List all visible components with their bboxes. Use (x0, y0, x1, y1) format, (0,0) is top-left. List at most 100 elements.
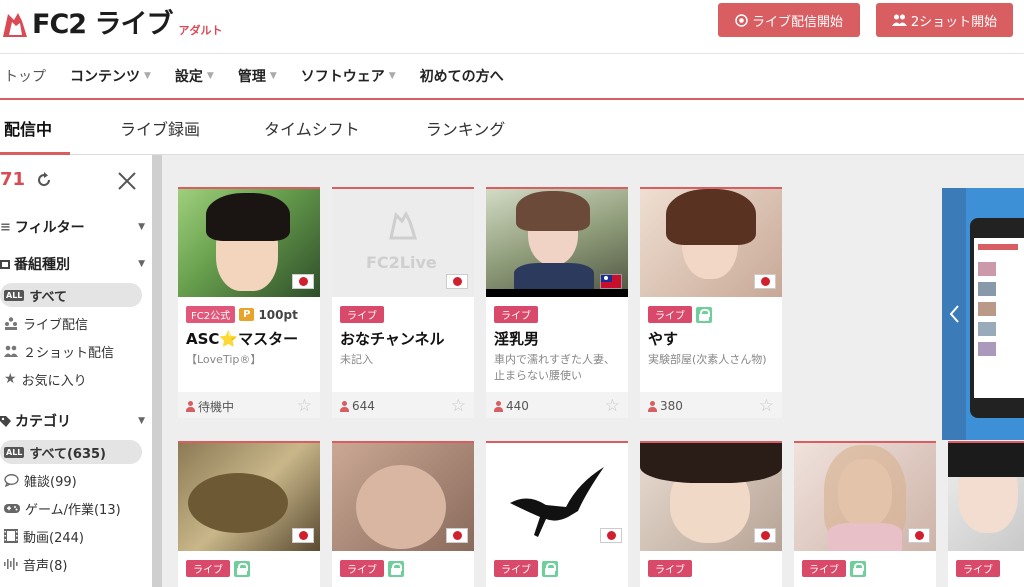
favorite-star-icon[interactable]: ☆ (759, 396, 774, 416)
two-shot-start-button[interactable]: 2ショット開始 (876, 3, 1013, 37)
chevron-down-icon: ▼ (138, 416, 145, 426)
stream-thumbnail[interactable] (332, 443, 474, 551)
stream-thumbnail[interactable] (486, 189, 628, 297)
card-badges: ライブ (494, 560, 558, 577)
program-type-2shot[interactable]: ２ショット配信 (0, 339, 142, 363)
nav-top[interactable]: トップ (4, 66, 46, 86)
content-tabs: 配信中 ライブ録画 タイムシフト ランキング (0, 102, 1024, 155)
stream-card[interactable]: ライブ 淫乳男 車内で濡れすぎた人妻、止まらない腰使い 440 ☆ (486, 187, 628, 418)
nav-label: コンテンツ (70, 69, 140, 85)
category-chat[interactable]: 雑談(99) (0, 468, 142, 492)
filter-heading[interactable]: ≡ フィルター ▼ (0, 217, 145, 237)
program-type-all[interactable]: ALL すべて (0, 283, 142, 307)
program-type-favorites[interactable]: ★ お気に入り (0, 367, 142, 391)
filter-label: フィルター (14, 220, 85, 236)
category-heading[interactable]: カテゴリ ▼ (0, 411, 145, 431)
point-amount: 100pt (258, 307, 298, 322)
tab-live-now[interactable]: 配信中 (0, 102, 70, 155)
live-start-button[interactable]: ライブ配信開始 (718, 3, 860, 37)
stream-thumbnail[interactable] (948, 443, 1024, 551)
nav-beginners[interactable]: 初めての方へ (420, 66, 504, 86)
fc2-live-logo[interactable]: FC2 ライブ アダルト (0, 4, 222, 40)
broadcast-icon (735, 13, 748, 27)
main-nav: トップ コンテンツ ▼ 設定 ▼ 管理 ▼ ソフトウェア ▼ 初めての方へ (0, 54, 1024, 100)
stream-card[interactable]: ライブ (332, 441, 474, 587)
stream-card[interactable]: ライブ やす 実験部屋(次素人さん物) 380 ☆ (640, 187, 782, 418)
card-badges: ライブ (648, 560, 692, 577)
stream-thumbnail[interactable] (640, 443, 782, 551)
stream-thumbnail[interactable] (794, 443, 936, 551)
logo-text: FC2 ライブ (32, 9, 173, 40)
viewer-count: 380 (660, 399, 683, 413)
nav-manage[interactable]: 管理 ▼ (238, 66, 277, 86)
card-badges: ライブ (340, 560, 404, 577)
chevron-down-icon: ▼ (138, 222, 145, 232)
japan-flag-icon (446, 274, 468, 289)
stream-card[interactable]: ライブ (948, 441, 1024, 587)
stream-thumbnail[interactable] (178, 189, 320, 297)
person-icon (340, 400, 349, 412)
nav-contents[interactable]: コンテンツ ▼ (70, 66, 151, 86)
refresh-icon[interactable] (35, 171, 53, 189)
japan-flag-icon (754, 528, 776, 543)
tab-live-recording[interactable]: ライブ録画 (120, 102, 200, 155)
live-badge: ライブ (494, 560, 538, 577)
nav-settings[interactable]: 設定 ▼ (175, 66, 214, 86)
stream-description: 車内で濡れすぎた人妻、止まらない腰使い (494, 353, 615, 382)
sidebar-item-label: 雑談(99) (24, 474, 77, 490)
group-icon (5, 316, 17, 330)
fc2-placeholder-icon (389, 211, 418, 240)
point-icon: P (239, 308, 255, 321)
lock-icon (234, 560, 250, 577)
category-all[interactable]: ALL すべて(635) (0, 440, 142, 464)
stream-thumbnail[interactable] (178, 443, 320, 551)
lock-icon (696, 306, 712, 323)
nav-label: トップ (4, 69, 46, 85)
program-type-live[interactable]: ライブ配信 (0, 311, 142, 335)
viewer-count: 待機中 (198, 399, 235, 414)
stream-card[interactable]: ライブ (486, 441, 628, 587)
program-type-label: 番組種別 (14, 257, 70, 273)
stream-thumbnail[interactable] (486, 443, 628, 551)
stream-card[interactable]: FC2公式 P 100pt ASC⭐マスター 【LoveTip®】 待機中 ☆ (178, 187, 320, 418)
category-audio[interactable]: 音声(8) (0, 552, 142, 576)
viewer-count: 440 (506, 399, 529, 413)
close-icon[interactable] (117, 171, 137, 191)
audio-wave-icon (4, 558, 18, 570)
lock-icon (388, 560, 404, 577)
chevron-down-icon: ▼ (144, 71, 151, 81)
person-icon (186, 400, 195, 412)
nav-software[interactable]: ソフトウェア ▼ (301, 66, 396, 86)
chevron-down-icon: ▼ (138, 259, 145, 269)
category-video[interactable]: 動画(244) (0, 524, 142, 548)
heron-logo-icon (510, 467, 604, 537)
stream-thumbnail[interactable]: FC2Live (332, 189, 474, 297)
fc2-logo-icon (3, 13, 27, 37)
category-game[interactable]: ゲーム/作業(13) (0, 496, 142, 520)
stream-card[interactable]: ライブ (178, 441, 320, 587)
sidebar-item-label: 音声(8) (23, 558, 68, 574)
japan-flag-icon (292, 274, 314, 289)
program-type-heading[interactable]: 番組種別 ▼ (0, 254, 145, 274)
sidebar-item-label: ゲーム/作業(13) (25, 502, 121, 518)
chevron-down-icon: ▼ (388, 71, 396, 81)
favorite-star-icon[interactable]: ☆ (451, 396, 466, 416)
sidebar-scrollbar[interactable] (152, 155, 162, 587)
favorite-star-icon[interactable]: ☆ (605, 396, 620, 416)
stream-card[interactable]: ライブ (640, 441, 782, 587)
promo-banner[interactable] (942, 188, 1024, 440)
tab-timeshift[interactable]: タイムシフト (264, 102, 360, 155)
card-footer: 644 ☆ (332, 392, 474, 418)
stream-thumbnail[interactable] (640, 189, 782, 297)
live-badge: ライブ (494, 306, 538, 323)
tab-ranking[interactable]: ランキング (426, 102, 506, 155)
tab-label: タイムシフト (264, 120, 360, 139)
banner-prev-control[interactable] (942, 188, 966, 440)
sidebar-item-label: すべて (29, 289, 67, 305)
live-badge: ライブ (340, 306, 384, 323)
favorite-star-icon[interactable]: ☆ (297, 396, 312, 416)
tag-icon (0, 415, 11, 427)
stream-card[interactable]: FC2Live ライブ おなチャンネル 未記入 644 ☆ (332, 187, 474, 418)
stream-card[interactable]: ライブ (794, 441, 936, 587)
two-shot-start-label: 2ショット開始 (910, 14, 998, 30)
